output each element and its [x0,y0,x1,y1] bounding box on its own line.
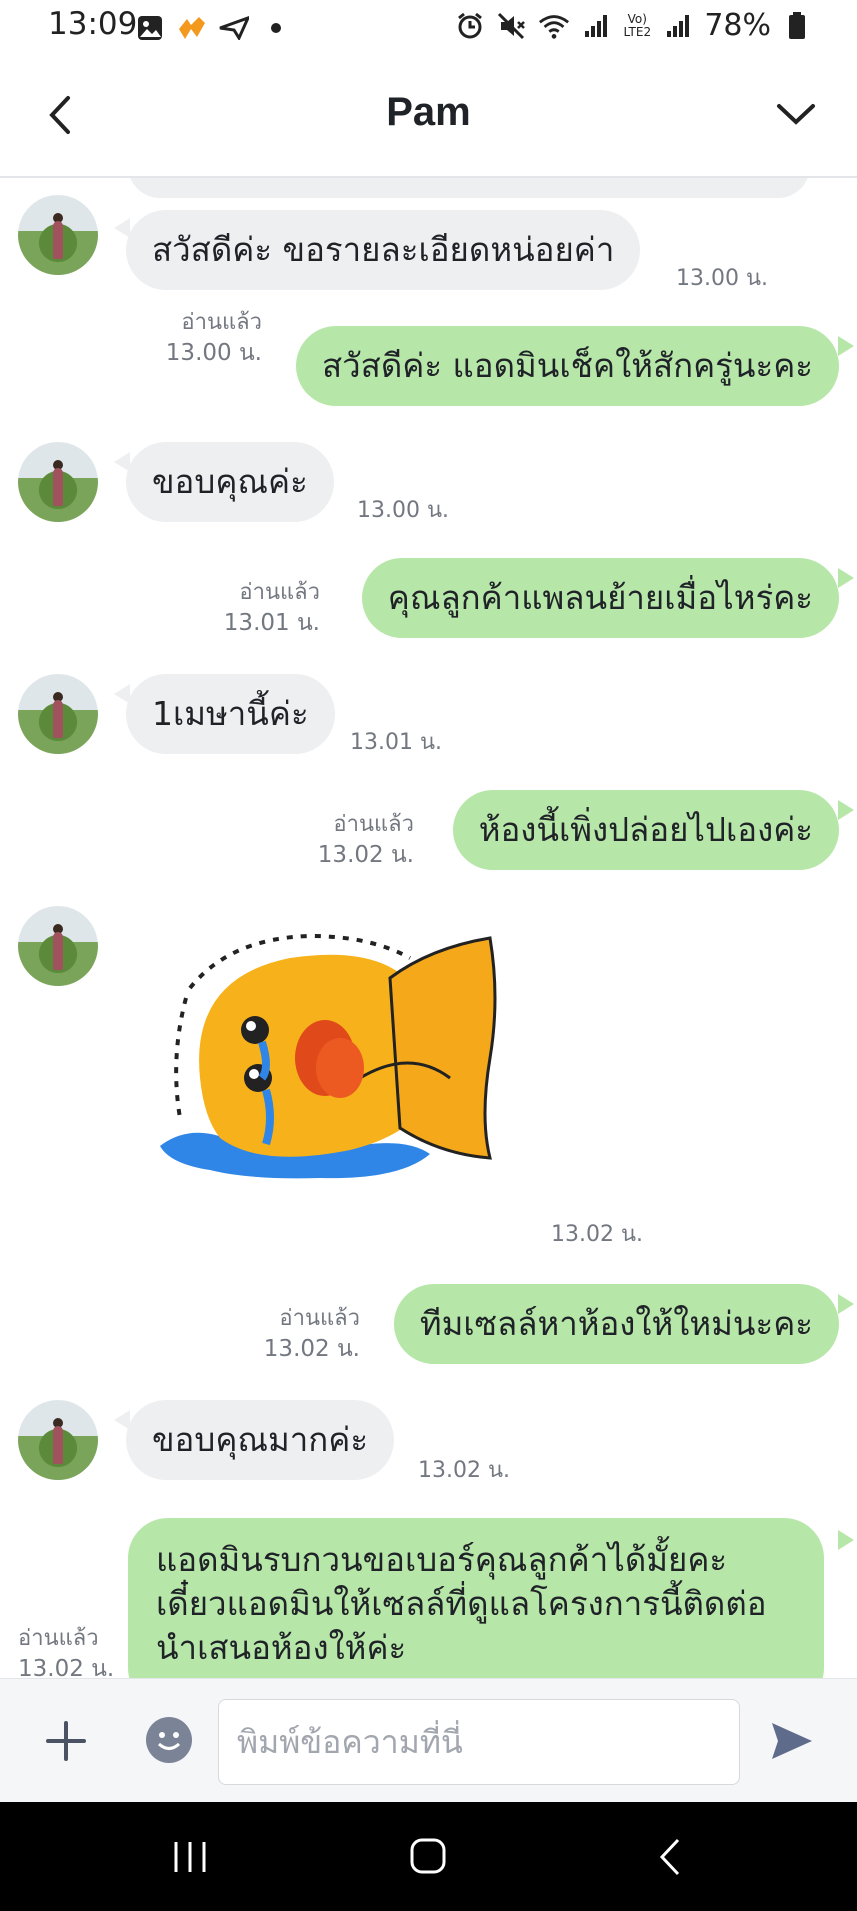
message-bubble-outgoing[interactable]: แอดมินรบกวนขอเบอร์คุณลูกค้าได้มั้ยคะ เดี… [128,1518,824,1678]
message-line: เดี๋ยวแอดมินให้เซลล์ที่ดูแลโครงการนี้ติด… [156,1584,767,1623]
message-text: ห้องนี้เพิ่งปล่อยไปเองค่ะ [478,810,813,849]
wifi-icon [538,10,570,42]
bubble-tail [838,1294,854,1314]
avatar[interactable] [18,674,98,754]
network-label: Vo) LTE2 [623,11,652,39]
message-time: 13.02 น. [418,1458,511,1483]
chat-header: Pam [0,54,857,178]
send-notification-icon [218,12,250,44]
emoji-icon[interactable] [146,1717,192,1763]
message-time: 13.00 น. [165,340,262,366]
bubble-tail [838,1530,854,1550]
message-text: ขอบคุณมากค่ะ [152,1420,369,1459]
status-bar: 13:09 Vo) LTE2 78% [0,0,857,54]
bubble-tail [838,336,854,356]
avatar[interactable] [18,906,98,986]
read-status: อ่านแล้ว 13.00 น. [102,308,262,368]
system-navigation-bar [0,1802,857,1911]
chat-title: Pam [386,90,471,134]
message-bubble-outgoing[interactable]: ทีมเซลล์หาห้องให้ใหม่นะคะ [393,1284,839,1364]
mute-icon [496,10,528,42]
signal-icon [580,10,612,42]
signal-2-icon [662,10,694,42]
plus-icon[interactable] [44,1719,88,1763]
status-time: 13:09 [48,6,138,42]
message-bubble-outgoing[interactable]: ห้องนี้เพิ่งปล่อยไปเองค่ะ [452,790,839,870]
read-label: อ่านแล้ว [239,580,320,605]
message-time: 13.01 น. [223,610,320,636]
message-time: 13.02 น. [18,1656,115,1678]
read-status: อ่านแล้ว 13.02 น. [18,1624,138,1678]
message-bubble-partial [128,178,810,198]
message-line: แอดมินรบกวนขอเบอร์คุณลูกค้าได้มั้ยคะ [156,1540,728,1579]
read-label: อ่านแล้ว [333,812,414,837]
message-text: สวัสดีค่ะ ขอรายละเอียดหน่อยค่า [152,230,615,269]
message-time: 13.02 น. [551,1222,644,1247]
read-label: อ่านแล้ว [279,1306,360,1331]
message-bubble-incoming[interactable]: ขอบคุณมากค่ะ [126,1400,395,1480]
message-time: 13.00 น. [676,266,769,291]
notification-icons [134,12,292,44]
message-time: 13.02 น. [317,842,414,868]
message-input[interactable] [218,1699,740,1785]
bubble-tail [838,800,854,820]
message-line: นำเสนอห้องให้ค่ะ [156,1628,407,1667]
crying-fish-sticker-icon[interactable] [150,918,510,1188]
back-nav-icon[interactable] [640,1832,700,1882]
message-time: 13.01 น. [350,730,443,755]
message-text: 1เมษานี้ค่ะ [152,694,309,733]
chevron-down-icon[interactable] [771,94,821,134]
message-time: 13.02 น. [263,1336,360,1362]
message-text: ขอบคุณค่ะ [152,462,308,501]
message-text: สวัสดีค่ะ แอดมินเช็คให้สักครู่นะคะ [322,346,813,385]
message-bubble-outgoing[interactable]: คุณลูกค้าแพลนย้ายเมื่อไหร่คะ [361,558,839,638]
read-status: อ่านแล้ว 13.02 น. [200,1304,360,1364]
send-icon[interactable] [768,1719,816,1763]
gallery-icon [134,12,166,44]
message-composer [0,1678,857,1803]
message-bubble-incoming[interactable]: ขอบคุณค่ะ [126,442,334,522]
battery-percent: 78% [704,8,771,43]
more-notifications-dot-icon [260,12,292,44]
read-status: อ่านแล้ว 13.02 น. [254,810,414,870]
bubble-tail [838,568,854,588]
message-time: 13.00 น. [357,498,450,523]
read-label: อ่านแล้ว [18,1626,99,1651]
message-bubble-outgoing[interactable]: สวัสดีค่ะ แอดมินเช็คให้สักครู่นะคะ [296,326,839,406]
message-text: คุณลูกค้าแพลนย้ายเมื่อไหร่คะ [387,578,813,617]
message-text: ทีมเซลล์หาห้องให้ใหม่นะคะ [419,1304,813,1343]
system-icons: Vo) LTE2 78% [454,8,813,43]
battery-icon [781,10,813,42]
avatar[interactable] [18,1400,98,1480]
recent-apps-icon[interactable] [160,1832,220,1882]
app-notification-icon [176,12,208,44]
read-status: อ่านแล้ว 13.01 น. [160,578,320,638]
avatar[interactable] [18,442,98,522]
message-bubble-incoming[interactable]: 1เมษานี้ค่ะ [126,674,335,754]
alarm-icon [454,10,486,42]
avatar[interactable] [18,195,98,275]
message-list[interactable]: สวัสดีค่ะ ขอรายละเอียดหน่อยค่า 13.00 น. … [0,178,857,1678]
read-label: อ่านแล้ว [181,310,262,335]
message-bubble-incoming[interactable]: สวัสดีค่ะ ขอรายละเอียดหน่อยค่า [126,210,641,290]
home-icon[interactable] [398,1832,458,1882]
